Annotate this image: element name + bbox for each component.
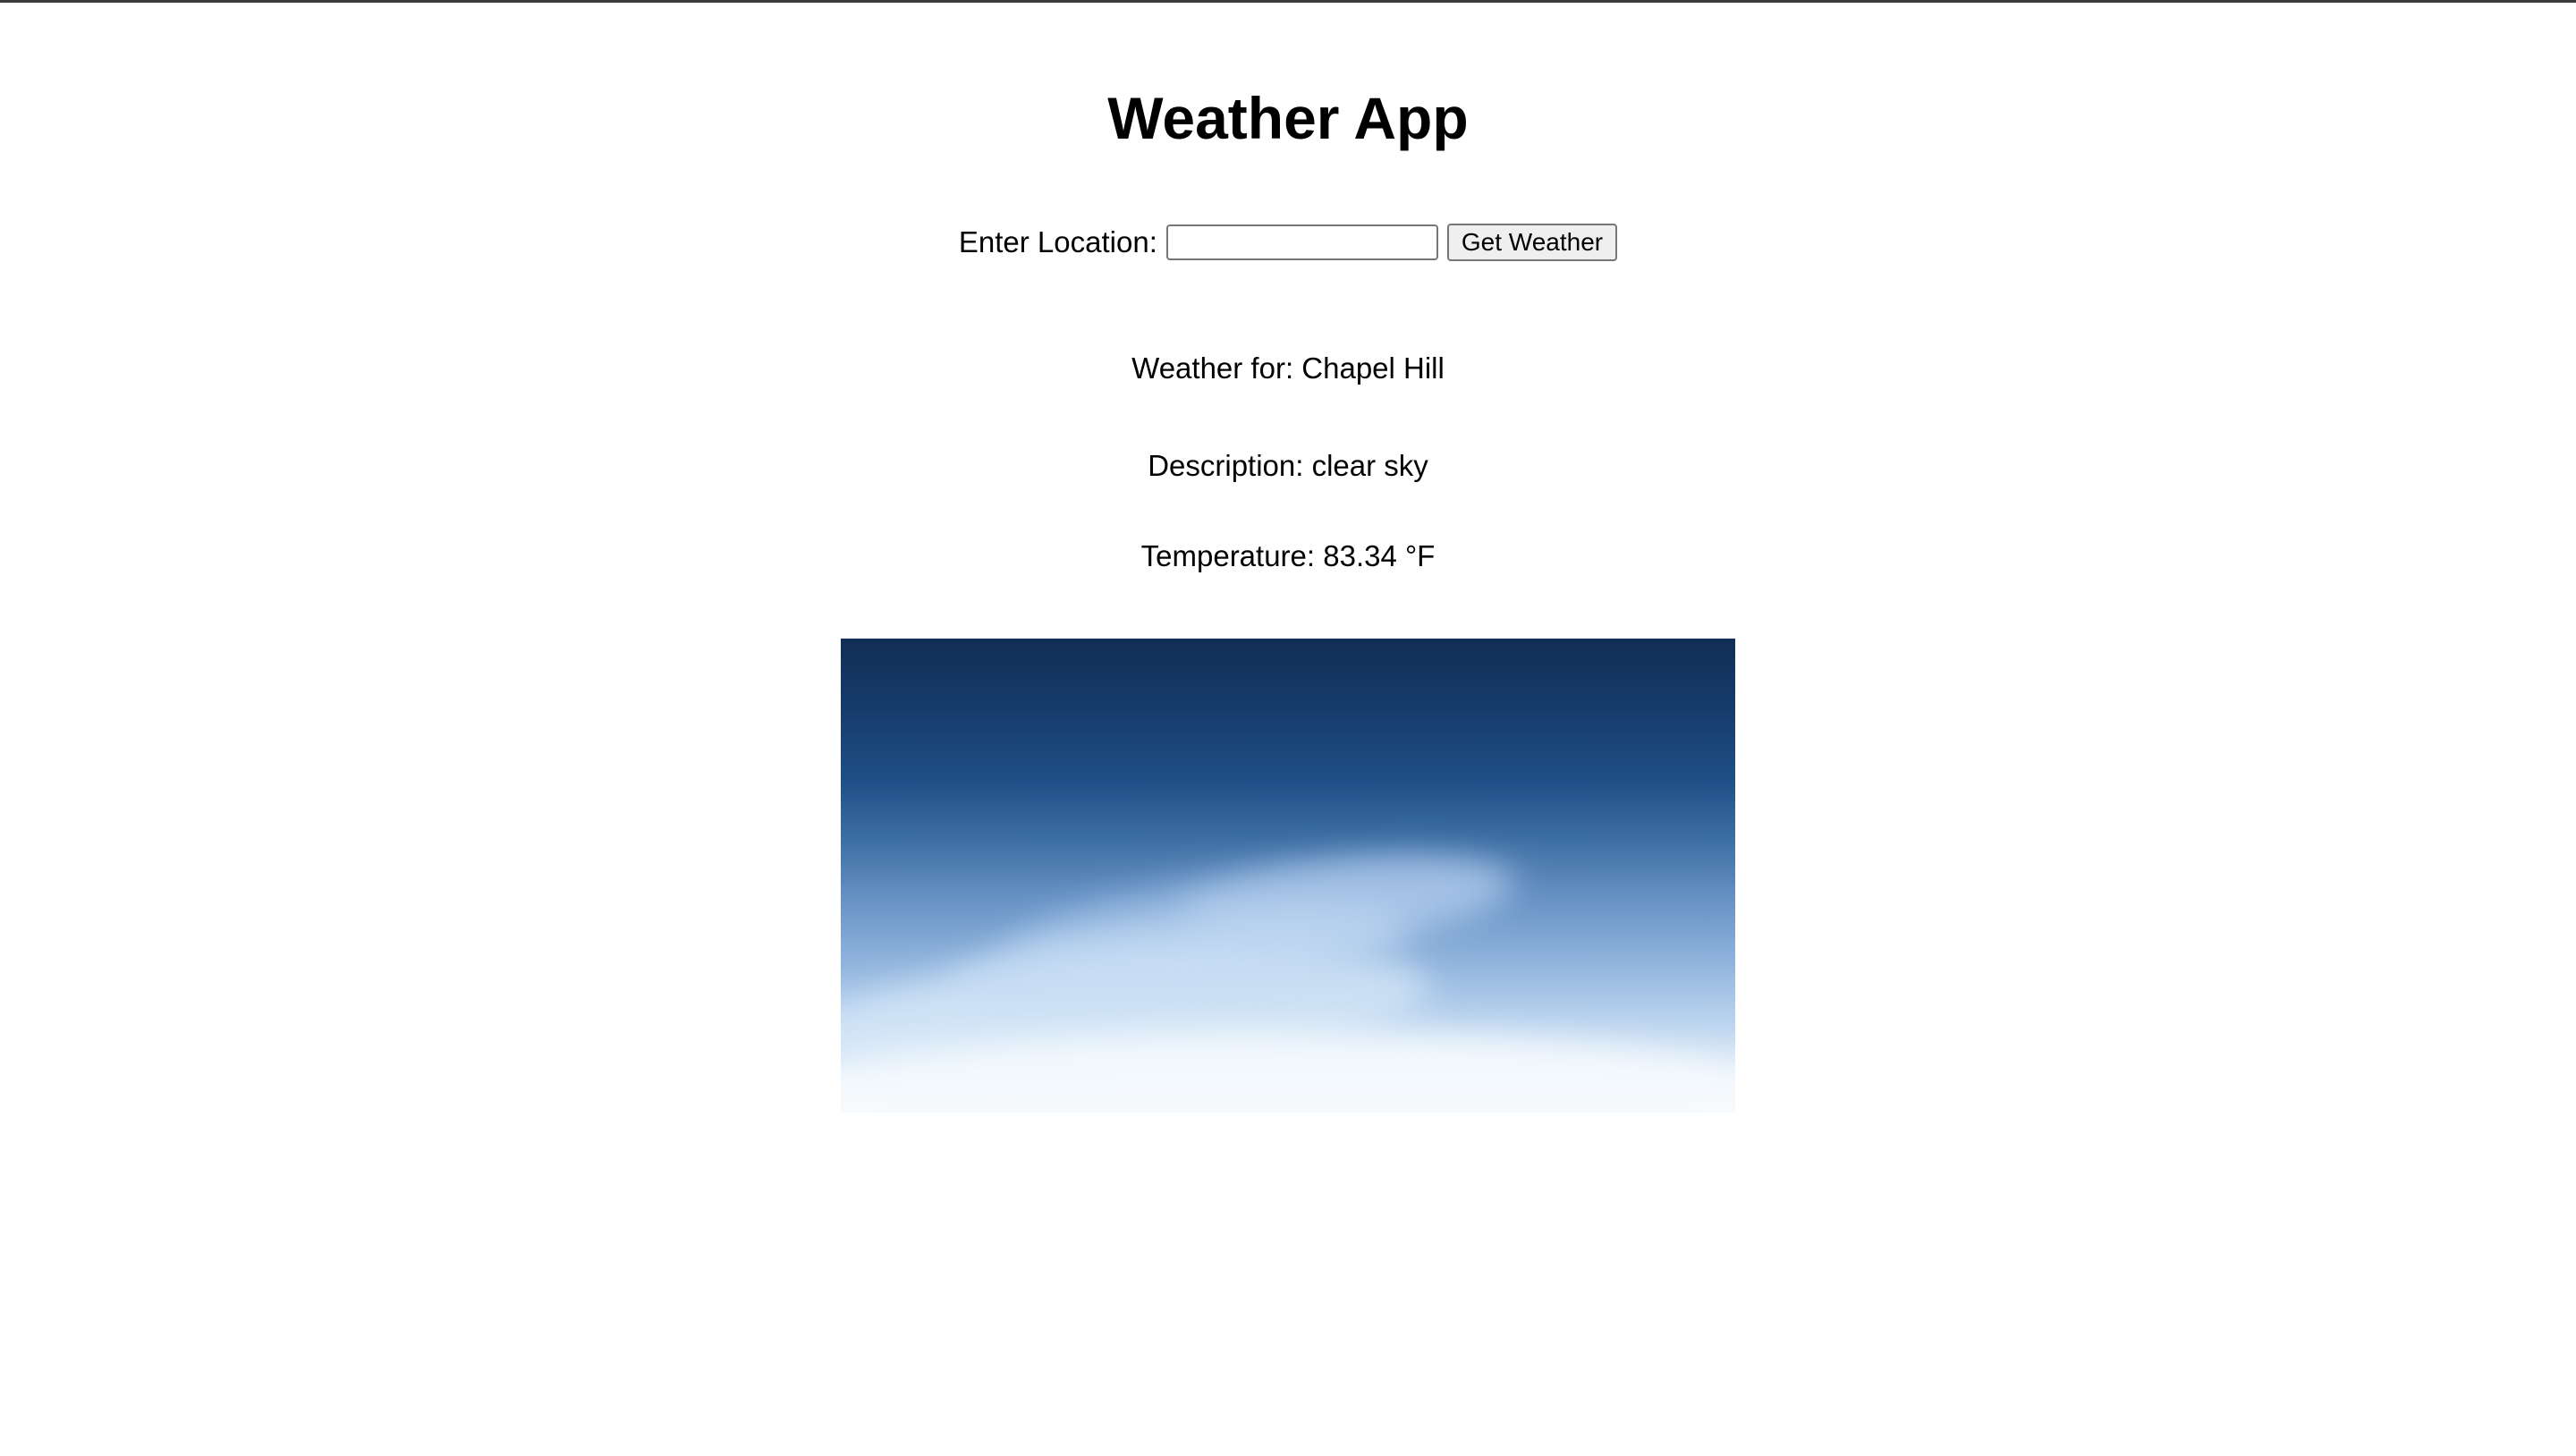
location-input[interactable]: [1165, 224, 1438, 260]
page-title: Weather App: [1107, 85, 1469, 151]
location-label: Enter Location:: [958, 225, 1157, 258]
location-search-form: Enter Location: Get Weather: [0, 224, 2576, 261]
get-weather-button[interactable]: Get Weather: [1446, 224, 1618, 261]
weather-description-text: Description: clear sky: [1148, 449, 1428, 482]
weather-temperature-text: Temperature: 83.34 °F: [1140, 539, 1436, 572]
weather-location-text: Weather for: Chapel Hill: [1131, 351, 1445, 385]
window-top-border: [0, 0, 2576, 3]
weather-sky-image: [841, 639, 1735, 1113]
